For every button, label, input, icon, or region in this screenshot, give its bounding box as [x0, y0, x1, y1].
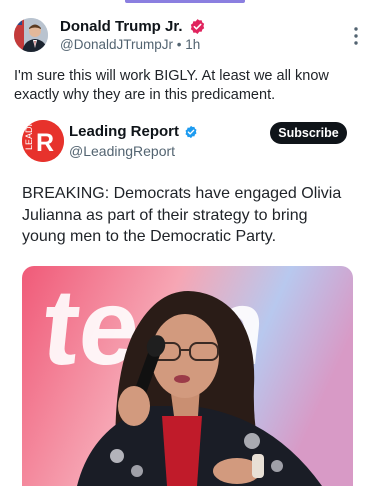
verified-badge-icon — [184, 125, 198, 139]
quoted-author-name[interactable]: Leading Report — [69, 123, 179, 140]
logo-side-text: LEADING — [24, 120, 34, 150]
author-block: Donald Trump Jr. @DonaldJTrumpJr • 1h — [60, 16, 206, 52]
quoted-avatar[interactable]: LEADING R — [22, 120, 64, 162]
author-handle[interactable]: @DonaldJTrumpJr — [60, 37, 173, 52]
quoted-post[interactable]: LEADING R Leading Report @LeadingReport … — [0, 110, 375, 500]
quoted-post-text: BREAKING: Democrats have engaged Olivia … — [22, 185, 342, 245]
quoted-post-image[interactable]: teen — [22, 266, 353, 486]
post-meta: @DonaldJTrumpJr • 1h — [60, 37, 206, 52]
active-tab-indicator — [125, 0, 245, 3]
quoted-author-handle[interactable]: @LeadingReport — [69, 143, 198, 159]
meta-separator: • — [176, 37, 182, 52]
post-text: I'm sure this will work BIGLY. At least … — [14, 68, 329, 103]
logo-letter: R — [36, 129, 54, 157]
post-header: Donald Trump Jr. @DonaldJTrumpJr • 1h — [14, 16, 361, 56]
author-name[interactable]: Donald Trump Jr. — [60, 18, 183, 35]
post-time[interactable]: 1h — [185, 37, 200, 52]
avatar[interactable] — [14, 18, 48, 52]
subscribe-button[interactable]: Subscribe — [270, 122, 347, 144]
quoted-author-block: Leading Report @LeadingReport — [69, 123, 198, 159]
verified-badge-icon — [189, 18, 206, 35]
more-vertical-icon[interactable] — [353, 26, 359, 46]
